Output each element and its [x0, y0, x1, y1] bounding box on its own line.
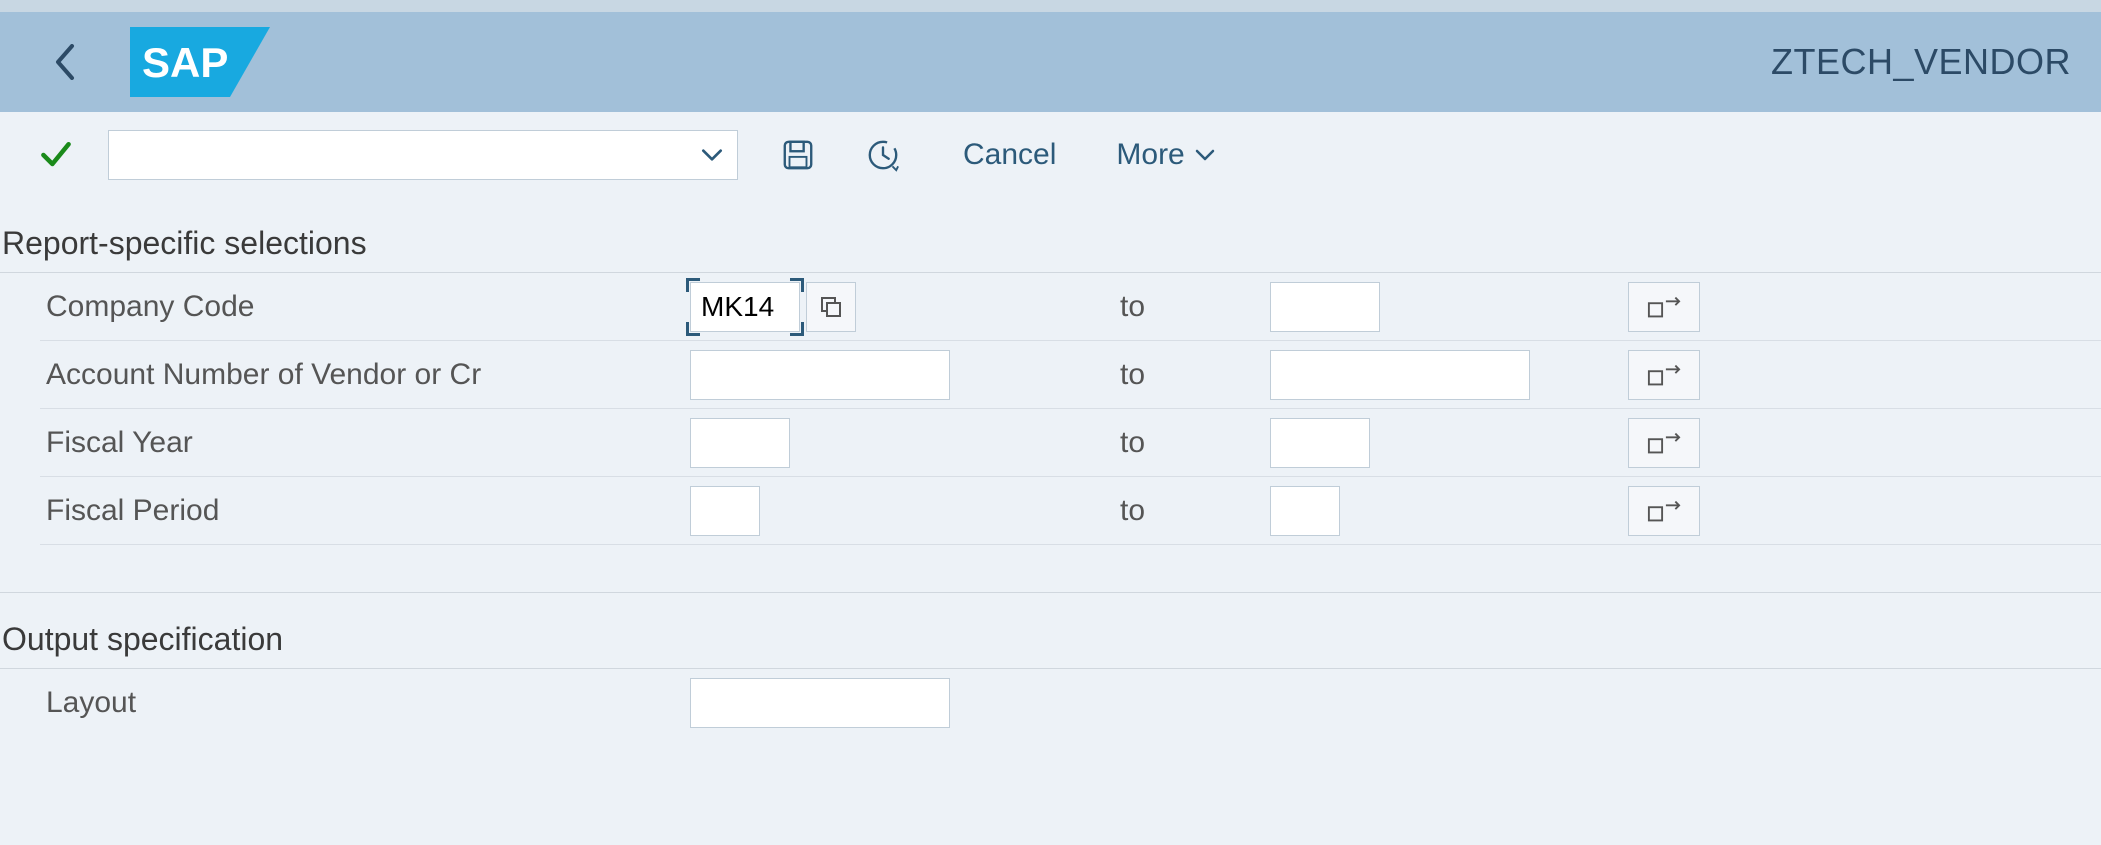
cancel-button[interactable]: Cancel — [963, 138, 1056, 172]
chevron-down-icon — [699, 142, 725, 168]
row-company-code: Company Code to — [40, 273, 2101, 341]
to-label: to — [1110, 494, 1270, 528]
input-vendor-account-to[interactable] — [1270, 350, 1530, 400]
toolbar: Cancel More — [0, 112, 2101, 197]
input-fiscal-period-from[interactable] — [690, 486, 760, 536]
multi-select-fiscal-year[interactable] — [1628, 418, 1700, 468]
more-button[interactable]: More — [1116, 138, 1216, 172]
save-icon — [781, 138, 815, 172]
label-layout: Layout — [40, 686, 690, 720]
svg-text:SAP: SAP — [142, 39, 228, 86]
multi-select-fiscal-period[interactable] — [1628, 486, 1700, 536]
clock-icon — [866, 138, 900, 172]
header-bar: SAP ZTECH_VENDOR — [0, 12, 2101, 112]
chevron-down-icon — [1193, 143, 1217, 167]
sap-logo: SAP — [130, 27, 270, 97]
value-help-company-code[interactable] — [806, 282, 856, 332]
header-left: SAP — [30, 27, 270, 97]
back-button[interactable] — [30, 27, 100, 97]
row-vendor-account: Account Number of Vendor or Cr to — [40, 341, 2101, 409]
section-title-report-specific: Report-specific selections — [0, 197, 2101, 272]
page-title: ZTECH_VENDOR — [1771, 41, 2071, 83]
input-layout[interactable] — [690, 678, 950, 728]
input-company-code-from[interactable] — [690, 282, 800, 332]
save-button[interactable] — [773, 130, 823, 180]
variant-dropdown[interactable] — [108, 130, 738, 180]
to-label: to — [1110, 358, 1270, 392]
more-label: More — [1116, 138, 1184, 172]
checkmark-icon — [38, 137, 74, 173]
row-fiscal-year: Fiscal Year to — [40, 409, 2101, 477]
multi-select-icon — [1647, 431, 1681, 455]
multi-select-icon — [1647, 499, 1681, 523]
multi-select-company-code[interactable] — [1628, 282, 1700, 332]
row-fiscal-period: Fiscal Period to — [40, 477, 2101, 545]
label-vendor-account: Account Number of Vendor or Cr — [40, 358, 690, 392]
label-fiscal-year: Fiscal Year — [40, 426, 690, 460]
label-fiscal-period: Fiscal Period — [40, 494, 690, 528]
section-title-output-spec: Output specification — [0, 593, 2101, 668]
accept-button[interactable] — [36, 135, 76, 175]
to-label: to — [1110, 290, 1270, 324]
input-fiscal-year-from[interactable] — [690, 418, 790, 468]
multi-select-icon — [1647, 295, 1681, 319]
multi-select-vendor-account[interactable] — [1628, 350, 1700, 400]
row-layout: Layout — [40, 669, 2101, 737]
to-label: to — [1110, 426, 1270, 460]
chevron-left-icon — [54, 44, 76, 80]
top-strip — [0, 0, 2101, 12]
section-gap — [0, 545, 2101, 593]
input-fiscal-year-to[interactable] — [1270, 418, 1370, 468]
value-help-icon — [819, 295, 843, 319]
input-fiscal-period-to[interactable] — [1270, 486, 1340, 536]
label-company-code: Company Code — [40, 290, 690, 324]
multi-select-icon — [1647, 363, 1681, 387]
input-company-code-to[interactable] — [1270, 282, 1380, 332]
input-vendor-account-from[interactable] — [690, 350, 950, 400]
recent-button[interactable] — [858, 130, 908, 180]
